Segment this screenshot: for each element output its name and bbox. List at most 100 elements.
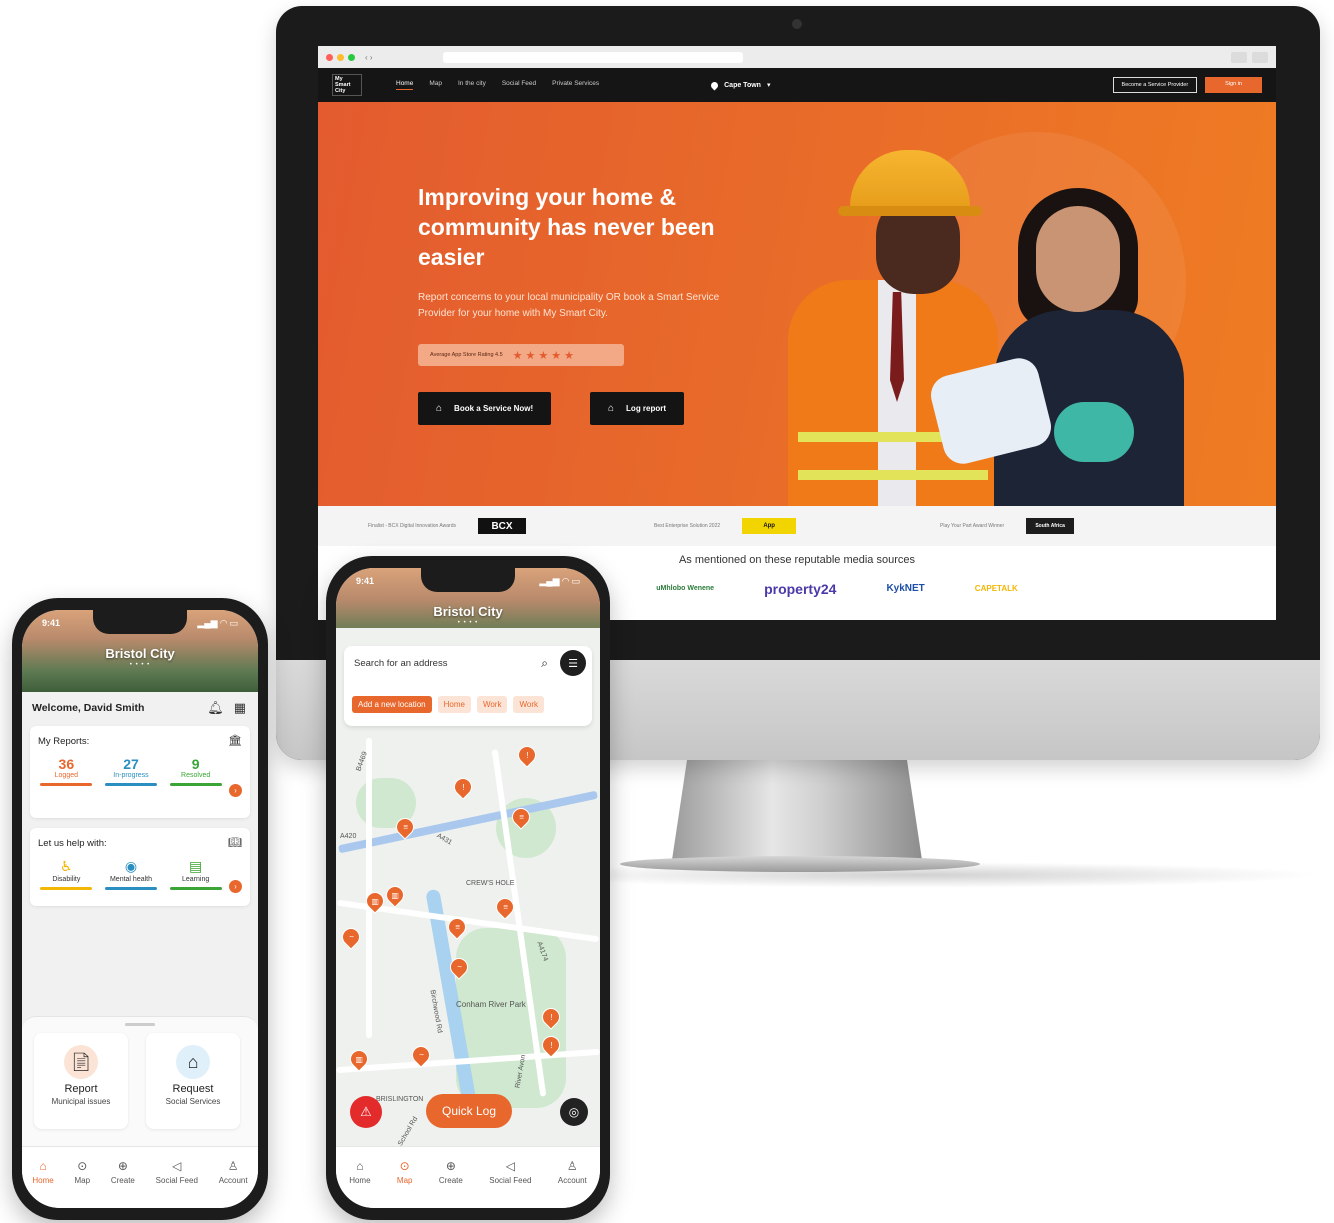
tab-map[interactable]: ⊙ Map <box>397 1159 413 1185</box>
tab-label: Account <box>218 1176 248 1185</box>
nav-in-the-city[interactable]: In the city <box>458 80 486 90</box>
maximize-dot-icon[interactable] <box>348 53 355 61</box>
tabs-icon[interactable] <box>1252 51 1268 63</box>
sheet-grabber[interactable] <box>125 1023 155 1026</box>
rating-text: Average App Store Rating 4.5 <box>430 352 503 358</box>
stat-resolved[interactable]: 9 Resolved <box>169 756 222 786</box>
tab-label: Home <box>32 1176 54 1185</box>
map-marker-water[interactable]: ~ <box>338 924 364 950</box>
phone-notch <box>421 568 515 592</box>
tab-account[interactable]: ♙ Account <box>219 1159 248 1185</box>
tab-create[interactable]: ⊕ Create <box>111 1159 135 1185</box>
signal-wifi-battery-icon: ▂▄▆ ◠ ▭ <box>197 618 238 628</box>
filter-sliders-icon[interactable]: ☰ <box>560 650 586 676</box>
search-input[interactable]: Search for an address <box>354 658 447 669</box>
report-action-card[interactable]: 📄︎ Report Municipal issues <box>34 1033 128 1129</box>
tab-label: Map <box>74 1176 91 1185</box>
tab-bar: ⌂ Home ⊙ Map ⊕ Create ◁ Social Feed ♙ Account <box>336 1146 600 1208</box>
award-item: Play Your Part Award Winner South Africa <box>940 518 1226 534</box>
carousel-dots[interactable]: • • • • <box>336 620 600 626</box>
hard-hat-brim <box>838 206 982 216</box>
search-card: Search for an address ⌕ ☰ Add a new loca… <box>344 646 592 726</box>
quick-log-button[interactable]: Quick Log <box>426 1094 512 1128</box>
municipal-building-icon: 🏛︎ <box>228 735 242 747</box>
nav-map[interactable]: Map <box>429 80 442 90</box>
user-icon: ♙ <box>227 1159 239 1173</box>
close-dot-icon[interactable] <box>326 53 333 61</box>
browser-nav-arrows[interactable]: ‹ › <box>365 53 389 62</box>
site-nav-links: Home Map In the city Social Feed Private… <box>396 80 599 90</box>
award-text: Finalist - BCX Digital Innovation Awards <box>368 523 457 529</box>
help-card[interactable]: Let us help with: 📖︎ ♿︎ Disability ◉ Men… <box>30 828 250 906</box>
bell-icon[interactable]: 🔔︎ <box>207 700 224 716</box>
nav-private-services[interactable]: Private Services <box>552 80 599 90</box>
minimize-dot-icon[interactable] <box>337 53 344 61</box>
plus-circle-icon: ⊕ <box>117 1159 128 1173</box>
map-marker-report[interactable]: ! <box>450 774 476 800</box>
map-label: CREW'S HOLE <box>466 880 515 887</box>
saved-location-chip[interactable]: Work <box>476 696 508 713</box>
arrow-right-icon[interactable]: › <box>229 880 242 893</box>
help-disability[interactable]: ♿︎ Disability <box>40 858 93 890</box>
megaphone-icon: ◁ <box>505 1159 515 1173</box>
tab-home[interactable]: ⌂ Home <box>32 1159 53 1185</box>
imac-stand <box>672 760 922 860</box>
log-report-label: Log report <box>626 404 667 413</box>
accessibility-icon: ♿︎ <box>60 858 73 874</box>
stat-logged[interactable]: 36 Logged <box>40 756 93 786</box>
social-services-icon: ⌂ <box>176 1045 210 1079</box>
saved-location-chip[interactable]: Home <box>437 696 471 713</box>
award-item: Finalist - BCX Digital Innovation Awards… <box>368 518 654 534</box>
help-label: Mental health <box>109 876 152 883</box>
locate-me-icon[interactable]: ◎ <box>560 1098 588 1126</box>
building-icon: ⌂ <box>436 403 443 414</box>
award-text: Best Enterprise Solution 2022 <box>654 523 721 529</box>
city-selector[interactable]: Cape Town ▾ <box>709 80 770 90</box>
tab-home[interactable]: ⌂ Home <box>349 1159 370 1185</box>
map-label: Birchwood Rd <box>428 989 444 1034</box>
log-report-button[interactable]: ⌂ Log report <box>590 392 685 425</box>
device-mockup-stage: ‹ › My Smart City Home Map In the city S… <box>0 0 1334 1223</box>
map-marker-bin[interactable]: ▥ <box>382 882 408 908</box>
megaphone-icon: ◁ <box>172 1159 182 1173</box>
sign-in-button[interactable]: Sign in <box>1205 77 1262 93</box>
tab-label: Account <box>557 1176 587 1185</box>
search-icon[interactable]: ⌕ <box>541 656 548 671</box>
stat-in-progress[interactable]: 27 In-progress <box>104 756 157 786</box>
tab-account[interactable]: ♙ Account <box>558 1159 587 1185</box>
map-label: BRISLINGTON <box>376 1096 424 1103</box>
water-leak-icon: ~ <box>418 1050 424 1060</box>
become-provider-button[interactable]: Become a Service Provider <box>1112 77 1198 93</box>
award-text: Play Your Part Award Winner <box>940 523 1005 529</box>
stat-label: Resolved <box>181 772 211 779</box>
tab-social-feed[interactable]: ◁ Social Feed <box>489 1159 531 1185</box>
arrow-right-icon[interactable]: › <box>229 784 242 797</box>
help-learning[interactable]: ▤ Learning <box>169 858 222 890</box>
nav-social-feed[interactable]: Social Feed <box>502 80 536 90</box>
help-mental-health[interactable]: ◉ Mental health <box>104 858 157 890</box>
add-location-chip[interactable]: Add a new location <box>352 696 432 713</box>
saved-location-chip[interactable]: Work <box>513 696 545 713</box>
address-bar[interactable] <box>443 51 743 63</box>
municipal-building-icon: ⌂ <box>608 403 615 414</box>
share-icon[interactable] <box>1231 51 1247 63</box>
awards-strip: Finalist - BCX Digital Innovation Awards… <box>318 506 1276 546</box>
tab-social-feed[interactable]: ◁ Social Feed <box>156 1159 198 1185</box>
home-icon: ⌂ <box>39 1159 47 1173</box>
bottom-sheet: 📄︎ Report Municipal issues ⌂ Request Soc… <box>22 1016 258 1146</box>
nav-home[interactable]: Home <box>396 80 414 90</box>
my-reports-card[interactable]: My Reports: 🏛︎ 36 Logged 27 In-progress … <box>30 726 250 818</box>
qr-code-icon[interactable]: ▦ <box>234 700 246 716</box>
request-action-card[interactable]: ⌂ Request Social Services <box>146 1033 240 1129</box>
map-marker-report[interactable]: ! <box>514 742 540 768</box>
site-logo[interactable]: My Smart City <box>332 74 362 96</box>
tab-create[interactable]: ⊕ Create <box>439 1159 463 1185</box>
tab-map[interactable]: ⊙ Map <box>75 1159 91 1185</box>
emergency-alarm-icon[interactable]: ⚠︎ <box>350 1096 382 1128</box>
phone-map-screen: 9:41 ▂▄▆ ◠ ▭ Bristol City • • • • B4469 … <box>336 568 600 1208</box>
book-service-button[interactable]: ⌂ Book a Service Now! <box>418 392 552 425</box>
carousel-dots[interactable]: • • • • <box>22 662 258 668</box>
location-pin-icon <box>709 80 720 90</box>
media-logo-kyknet: KykNET <box>886 583 925 594</box>
stat-bar <box>169 783 222 786</box>
